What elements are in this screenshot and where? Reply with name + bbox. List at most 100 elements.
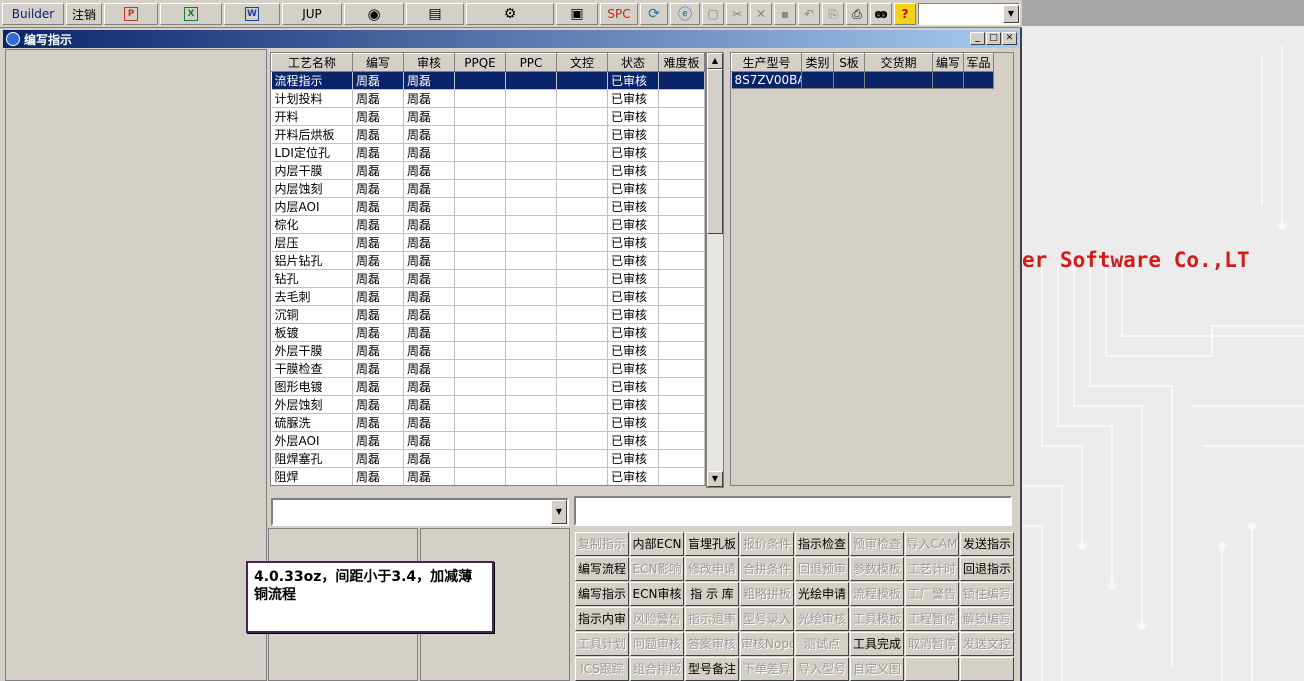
- column-header[interactable]: 状态: [607, 53, 659, 72]
- process-combo[interactable]: ▼: [271, 498, 569, 526]
- close-button[interactable]: ✕: [1002, 32, 1017, 45]
- table-row[interactable]: 内层蚀刻 周磊 周磊 已审核: [271, 179, 705, 198]
- action-button[interactable]: 风险警告: [630, 607, 684, 631]
- column-header[interactable]: 编写: [932, 53, 964, 72]
- spc-button[interactable]: SPC: [600, 3, 638, 25]
- column-header[interactable]: 交货期: [864, 53, 933, 72]
- action-button[interactable]: 工具完成: [850, 632, 904, 656]
- action-button[interactable]: ECN影响: [630, 557, 684, 581]
- table-row[interactable]: 外层干膜 周磊 周磊 已审核: [271, 341, 705, 360]
- action-button[interactable]: 盲埋孔板: [685, 532, 739, 556]
- action-button[interactable]: 回退指示: [960, 557, 1014, 581]
- action-button[interactable]: 编写指示: [575, 582, 629, 606]
- builder-button[interactable]: Builder: [2, 3, 64, 25]
- action-button[interactable]: 下单差异: [740, 657, 794, 681]
- excel-button[interactable]: X: [160, 3, 222, 25]
- database-button[interactable]: ▤: [406, 3, 464, 25]
- action-button[interactable]: [960, 657, 1014, 681]
- column-header[interactable]: PPC: [505, 53, 557, 72]
- scroll-down-icon[interactable]: ▼: [707, 471, 723, 487]
- action-button[interactable]: 报价条件: [740, 532, 794, 556]
- action-button[interactable]: 导入型号: [795, 657, 849, 681]
- column-header[interactable]: PPQE: [454, 53, 506, 72]
- table-row[interactable]: 内层AOI 周磊 周磊 已审核: [271, 197, 705, 216]
- action-button[interactable]: ICS跟踪: [575, 657, 629, 681]
- model-grid[interactable]: 生产型号类别S板交货期编写军品 8S7ZV00BA0: [730, 52, 1014, 486]
- help-button[interactable]: ?: [894, 3, 916, 25]
- action-button[interactable]: 粗略拼板: [740, 582, 794, 606]
- tools-button[interactable]: ⚙: [466, 3, 554, 25]
- column-header[interactable]: 工艺名称: [271, 53, 353, 72]
- action-button[interactable]: 回退预审: [795, 557, 849, 581]
- action-button[interactable]: 型号备注: [685, 657, 739, 681]
- action-button[interactable]: 答案审核: [685, 632, 739, 656]
- action-button[interactable]: 流程模板: [850, 582, 904, 606]
- maximize-button[interactable]: □: [986, 32, 1001, 45]
- refresh-button[interactable]: ⟳: [640, 3, 668, 25]
- action-button[interactable]: ECN审核: [630, 582, 684, 606]
- action-button[interactable]: 指示检查: [795, 532, 849, 556]
- column-header[interactable]: 难度板: [658, 53, 705, 72]
- action-button[interactable]: 取消暂停: [905, 632, 959, 656]
- table-row[interactable]: 流程指示 周磊 周磊 已审核: [271, 71, 705, 90]
- new-button[interactable]: ▢: [702, 3, 724, 25]
- table-row[interactable]: 8S7ZV00BA0: [731, 71, 994, 89]
- column-header[interactable]: 生产型号: [731, 53, 802, 72]
- save-button[interactable]: ▪: [774, 3, 796, 25]
- undo-button[interactable]: ↶: [798, 3, 820, 25]
- column-header[interactable]: 文控: [556, 53, 608, 72]
- action-button[interactable]: 指示退率: [685, 607, 739, 631]
- table-row[interactable]: 硫脲洗 周磊 周磊 已审核: [271, 413, 705, 432]
- column-header[interactable]: 编写: [352, 53, 404, 72]
- logout-button[interactable]: 注销: [66, 3, 102, 25]
- minimize-button[interactable]: _: [970, 32, 985, 45]
- action-button[interactable]: 导入CAM: [905, 532, 959, 556]
- left-tree-panel[interactable]: [5, 49, 267, 681]
- action-button[interactable]: 修改申请: [685, 557, 739, 581]
- table-row[interactable]: 计划投料 周磊 周磊 已审核: [271, 89, 705, 108]
- action-button[interactable]: 编写流程: [575, 557, 629, 581]
- table-row[interactable]: 阻焊 周磊 周磊 已审核: [271, 467, 705, 485]
- powerpoint-button[interactable]: P: [104, 3, 158, 25]
- action-button[interactable]: 发送文控: [960, 632, 1014, 656]
- table-row[interactable]: 阻焊塞孔 周磊 周磊 已审核: [271, 449, 705, 468]
- action-button[interactable]: 解锁编写: [960, 607, 1014, 631]
- action-button[interactable]: 问题审核: [630, 632, 684, 656]
- remark-input[interactable]: [574, 496, 1012, 526]
- chevron-down-icon[interactable]: ▼: [551, 500, 567, 524]
- table-row[interactable]: 图形电镀 周磊 周磊 已审核: [271, 377, 705, 396]
- eye-button[interactable]: ◉: [344, 3, 404, 25]
- chevron-down-icon[interactable]: ▼: [1003, 5, 1019, 23]
- window-titlebar[interactable]: 编写指示 _ □ ✕: [3, 30, 1019, 48]
- column-header[interactable]: 审核: [403, 53, 455, 72]
- table-row[interactable]: 外层AOI 周磊 周磊 已审核: [271, 431, 705, 450]
- table-row[interactable]: 棕化 周磊 周磊 已审核: [271, 215, 705, 234]
- action-button[interactable]: 指 示 库: [685, 582, 739, 606]
- action-button[interactable]: 工具模板: [850, 607, 904, 631]
- action-button[interactable]: 工厂警告: [905, 582, 959, 606]
- action-button[interactable]: [905, 657, 959, 681]
- table-row[interactable]: 沉铜 周磊 周磊 已审核: [271, 305, 705, 324]
- word-button[interactable]: W: [224, 3, 280, 25]
- column-header[interactable]: S板: [833, 53, 865, 72]
- process-grid[interactable]: 工艺名称 编写 审核 PPQE PPC 文控 状态 难度板 流程指示 周磊 周磊 已审核 计划投料 周磊…: [270, 52, 706, 486]
- computer-button[interactable]: ▣: [556, 3, 598, 25]
- jup-button[interactable]: JUP: [282, 3, 342, 25]
- table-row[interactable]: 层压 周磊 周磊 已审核: [271, 233, 705, 252]
- action-button[interactable]: 测试点: [795, 632, 849, 656]
- preview-button[interactable]: ⎘: [822, 3, 844, 25]
- process-grid-scrollbar[interactable]: ▲ ▼: [706, 52, 724, 488]
- action-button[interactable]: 指示内审: [575, 607, 629, 631]
- action-button[interactable]: 内部ECN: [630, 532, 684, 556]
- table-row[interactable]: 铝片钻孔 周磊 周磊 已审核: [271, 251, 705, 270]
- action-button[interactable]: 组合排版: [630, 657, 684, 681]
- table-row[interactable]: 钻孔 周磊 周磊 已审核: [271, 269, 705, 288]
- table-row[interactable]: 开料 周磊 周磊 已审核: [271, 107, 705, 126]
- delete-button[interactable]: ✕: [750, 3, 772, 25]
- table-row[interactable]: 去毛刺 周磊 周磊 已审核: [271, 287, 705, 306]
- action-button[interactable]: 光绘申请: [795, 582, 849, 606]
- action-button[interactable]: 锁住编写: [960, 582, 1014, 606]
- column-header[interactable]: 类别: [801, 53, 834, 72]
- action-button[interactable]: 合拼条件: [740, 557, 794, 581]
- table-row[interactable]: 外层蚀刻 周磊 周磊 已审核: [271, 395, 705, 414]
